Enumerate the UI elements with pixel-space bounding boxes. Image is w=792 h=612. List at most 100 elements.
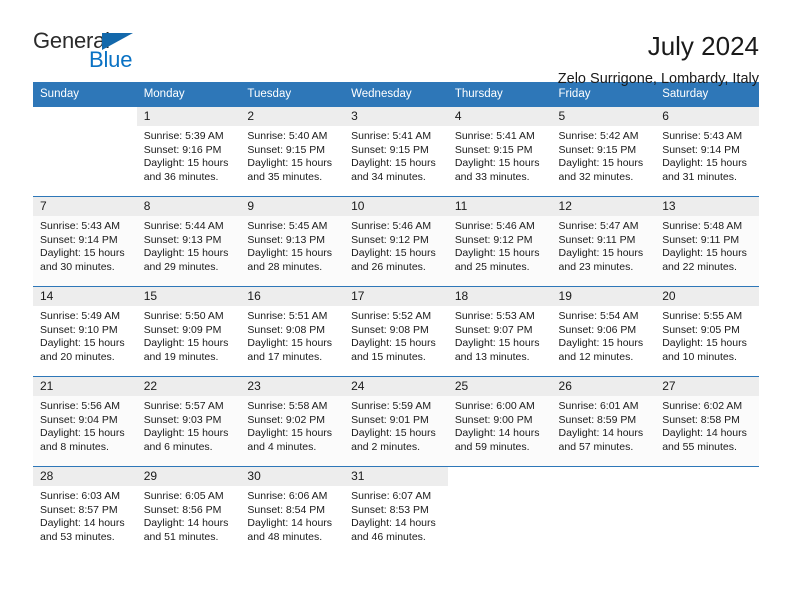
daylight-text-cont: and 34 minutes. [351, 170, 426, 183]
sunrise-text: Sunrise: 5:40 AM [247, 130, 328, 142]
calendar-day-cell[interactable]: 9 Sunrise: 5:45 AM Sunset: 9:13 PM Daylight… [240, 196, 345, 287]
calendar-day-cell[interactable]: 12 Sunrise: 5:47 AM Sunset: 9:11 PM Dayligh… [551, 196, 656, 287]
calendar-day-cell[interactable]: 6 Sunrise: 5:43 AM Sunset: 9:14 PM Daylight… [655, 106, 759, 197]
sunset-text: Sunset: 8:54 PM [247, 503, 326, 516]
daylight-text-cont: and 17 minutes. [247, 350, 323, 363]
day-cell-inner: 19 Sunrise: 5:54 AM Sunset: 9:06 PM Dayligh… [551, 287, 656, 376]
day-cell-inner: 22 Sunrise: 5:57 AM Sunset: 9:03 PM Dayligh… [136, 377, 241, 466]
daylight-text: Daylight: 15 hours [143, 157, 229, 170]
calendar-day-cell[interactable]: 1 Sunrise: 5:39 AM Sunset: 9:16 PM Daylight… [136, 106, 241, 197]
calendar-day-cell[interactable]: 26 Sunrise: 6:01 AM Sunset: 8:59 PM Dayligh… [551, 376, 656, 467]
calendar-day-cell[interactable]: 21 Sunrise: 5:56 AM Sunset: 9:04 PM Dayligh… [33, 376, 137, 467]
sunset-text: Sunset: 9:08 PM [351, 323, 429, 336]
day-cell-inner: 8 Sunrise: 5:44 AM Sunset: 9:13 PM Daylight… [136, 197, 241, 286]
calendar-day-cell[interactable]: 22 Sunrise: 5:57 AM Sunset: 9:03 PM Dayligh… [136, 376, 241, 467]
sunset-text: Sunset: 9:15 PM [351, 143, 429, 156]
daylight-text: Daylight: 15 hours [558, 247, 644, 260]
sunset-text: Sunset: 9:12 PM [351, 233, 429, 246]
calendar-day-cell[interactable]: 27 Sunrise: 6:02 AM Sunset: 8:58 PM Dayligh… [655, 376, 759, 467]
day-cell-inner [655, 467, 759, 557]
calendar-day-cell[interactable]: 5 Sunrise: 5:42 AM Sunset: 9:15 PM Daylight… [551, 106, 656, 197]
sunset-text: Sunset: 9:16 PM [143, 143, 222, 156]
calendar-day-cell[interactable]: 30 Sunrise: 6:06 AM Sunset: 8:54 PM Dayligh… [240, 466, 345, 557]
day-number: 20 [655, 287, 759, 306]
day-cell-inner: 7 Sunrise: 5:43 AM Sunset: 9:14 PM Daylight… [33, 197, 137, 286]
day-cell-inner: 31 Sunrise: 6:07 AM Sunset: 8:53 PM Dayligh… [344, 467, 448, 557]
sunset-text: Sunset: 8:59 PM [558, 413, 637, 426]
calendar-day-cell[interactable]: 20 Sunrise: 5:55 AM Sunset: 9:05 PM Dayligh… [655, 286, 759, 377]
calendar-day-cell[interactable]: 31 Sunrise: 6:07 AM Sunset: 8:53 PM Dayligh… [344, 466, 448, 557]
daylight-text-cont: and 55 minutes. [662, 440, 737, 453]
day-number: 3 [344, 107, 448, 126]
day-number: 9 [240, 197, 345, 216]
day-number: 16 [240, 287, 345, 306]
day-number: 29 [136, 467, 241, 486]
day-details: Sunrise: 5:44 AM Sunset: 9:13 PM Daylight:… [137, 216, 241, 274]
daylight-text: Daylight: 14 hours [454, 427, 540, 440]
daylight-text-cont: and 32 minutes. [558, 170, 634, 183]
daylight-text-cont: and 28 minutes. [247, 260, 323, 273]
calendar-day-cell[interactable]: 29 Sunrise: 6:05 AM Sunset: 8:56 PM Dayligh… [136, 466, 241, 557]
calendar-day-cell[interactable]: 10 Sunrise: 5:46 AM Sunset: 9:12 PM Dayligh… [344, 196, 448, 287]
calendar-day-cell[interactable]: 4 Sunrise: 5:41 AM Sunset: 9:15 PM Daylight… [447, 106, 552, 197]
calendar-day-cell[interactable]: 16 Sunrise: 5:51 AM Sunset: 9:08 PM Dayligh… [240, 286, 345, 377]
calendar-day-cell[interactable]: 3 Sunrise: 5:41 AM Sunset: 9:15 PM Daylight… [344, 106, 448, 197]
sunrise-text: Sunrise: 6:02 AM [662, 400, 743, 412]
daylight-text: Daylight: 15 hours [454, 157, 540, 170]
daylight-text: Daylight: 15 hours [558, 337, 644, 350]
sunrise-text: Sunrise: 5:41 AM [351, 130, 432, 142]
day-cell-inner: 12 Sunrise: 5:47 AM Sunset: 9:11 PM Dayligh… [551, 197, 656, 286]
calendar-day-cell[interactable]: 8 Sunrise: 5:44 AM Sunset: 9:13 PM Daylight… [136, 196, 241, 287]
daylight-text: Daylight: 14 hours [40, 517, 125, 530]
calendar-day-cell[interactable]: 2 Sunrise: 5:40 AM Sunset: 9:15 PM Daylight… [240, 106, 345, 197]
day-number: 4 [447, 107, 552, 126]
day-number: 27 [655, 377, 759, 396]
daylight-text: Daylight: 14 hours [662, 427, 747, 440]
calendar-day-cell[interactable]: 24 Sunrise: 5:59 AM Sunset: 9:01 PM Dayligh… [344, 376, 448, 467]
calendar-day-cell[interactable]: 23 Sunrise: 5:58 AM Sunset: 9:02 PM Dayligh… [240, 376, 345, 467]
sunset-text: Sunset: 9:00 PM [454, 413, 533, 426]
calendar-day-cell[interactable]: 15 Sunrise: 5:50 AM Sunset: 9:09 PM Dayligh… [136, 286, 241, 377]
sunset-text: Sunset: 9:15 PM [247, 143, 326, 156]
calendar-day-cell[interactable]: 18 Sunrise: 5:53 AM Sunset: 9:07 PM Dayligh… [447, 286, 552, 377]
daylight-text-cont: and 35 minutes. [247, 170, 323, 183]
day-number: 12 [551, 197, 656, 216]
calendar-day-cell[interactable]: 7 Sunrise: 5:43 AM Sunset: 9:14 PM Daylight… [33, 196, 137, 287]
daylight-text-cont: and 31 minutes. [662, 170, 737, 183]
day-cell-inner: 5 Sunrise: 5:42 AM Sunset: 9:15 PM Daylight… [551, 107, 656, 196]
day-cell-inner [448, 467, 552, 557]
day-details: Sunrise: 5:58 AM Sunset: 9:02 PM Daylight:… [240, 396, 344, 454]
day-cell-inner: 27 Sunrise: 6:02 AM Sunset: 8:58 PM Dayligh… [655, 377, 759, 466]
day-details: Sunrise: 5:52 AM Sunset: 9:08 PM Daylight:… [344, 306, 448, 364]
calendar-day-cell[interactable]: 13 Sunrise: 5:48 AM Sunset: 9:11 PM Dayligh… [655, 196, 759, 287]
daylight-text-cont: and 48 minutes. [247, 530, 323, 543]
sunset-text: Sunset: 9:13 PM [247, 233, 326, 246]
sunset-text: Sunset: 9:02 PM [247, 413, 326, 426]
calendar-day-cell[interactable]: 25 Sunrise: 6:00 AM Sunset: 9:00 PM Dayligh… [447, 376, 552, 467]
sunrise-text: Sunrise: 5:46 AM [454, 220, 535, 232]
sunset-text: Sunset: 9:12 PM [454, 233, 533, 246]
sunset-text: Sunset: 9:14 PM [662, 143, 740, 156]
day-details: Sunrise: 6:06 AM Sunset: 8:54 PM Daylight:… [240, 486, 344, 544]
sunrise-text: Sunrise: 5:58 AM [247, 400, 328, 412]
day-details: Sunrise: 5:45 AM Sunset: 9:13 PM Daylight:… [240, 216, 344, 274]
daylight-text-cont: and 53 minutes. [40, 530, 115, 543]
day-cell-inner: 15 Sunrise: 5:50 AM Sunset: 9:09 PM Dayligh… [136, 287, 241, 376]
sunrise-text: Sunrise: 6:07 AM [351, 490, 432, 502]
calendar-week-row: 7 Sunrise: 5:43 AM Sunset: 9:14 PM Daylight… [33, 196, 759, 287]
daylight-text: Daylight: 15 hours [143, 337, 229, 350]
daylight-text-cont: and 13 minutes. [454, 350, 530, 363]
calendar-day-cell[interactable]: 28 Sunrise: 6:03 AM Sunset: 8:57 PM Dayligh… [33, 466, 137, 557]
day-cell-inner: 24 Sunrise: 5:59 AM Sunset: 9:01 PM Dayligh… [344, 377, 448, 466]
calendar-day-cell[interactable]: 11 Sunrise: 5:46 AM Sunset: 9:12 PM Dayligh… [447, 196, 552, 287]
calendar-day-cell[interactable]: 14 Sunrise: 5:49 AM Sunset: 9:10 PM Dayligh… [33, 286, 137, 377]
sunrise-text: Sunrise: 5:59 AM [351, 400, 432, 412]
sunset-text: Sunset: 9:13 PM [143, 233, 222, 246]
day-number: 21 [33, 377, 137, 396]
day-cell-inner: 13 Sunrise: 5:48 AM Sunset: 9:11 PM Dayligh… [655, 197, 759, 286]
calendar-day-cell[interactable]: 19 Sunrise: 5:54 AM Sunset: 9:06 PM Dayligh… [551, 286, 656, 377]
general-blue-logo[interactable]: General Blue [33, 30, 153, 78]
day-number: 18 [447, 287, 552, 306]
calendar-day-cell[interactable]: 17 Sunrise: 5:52 AM Sunset: 9:08 PM Dayligh… [344, 286, 448, 377]
day-number: 8 [136, 197, 241, 216]
